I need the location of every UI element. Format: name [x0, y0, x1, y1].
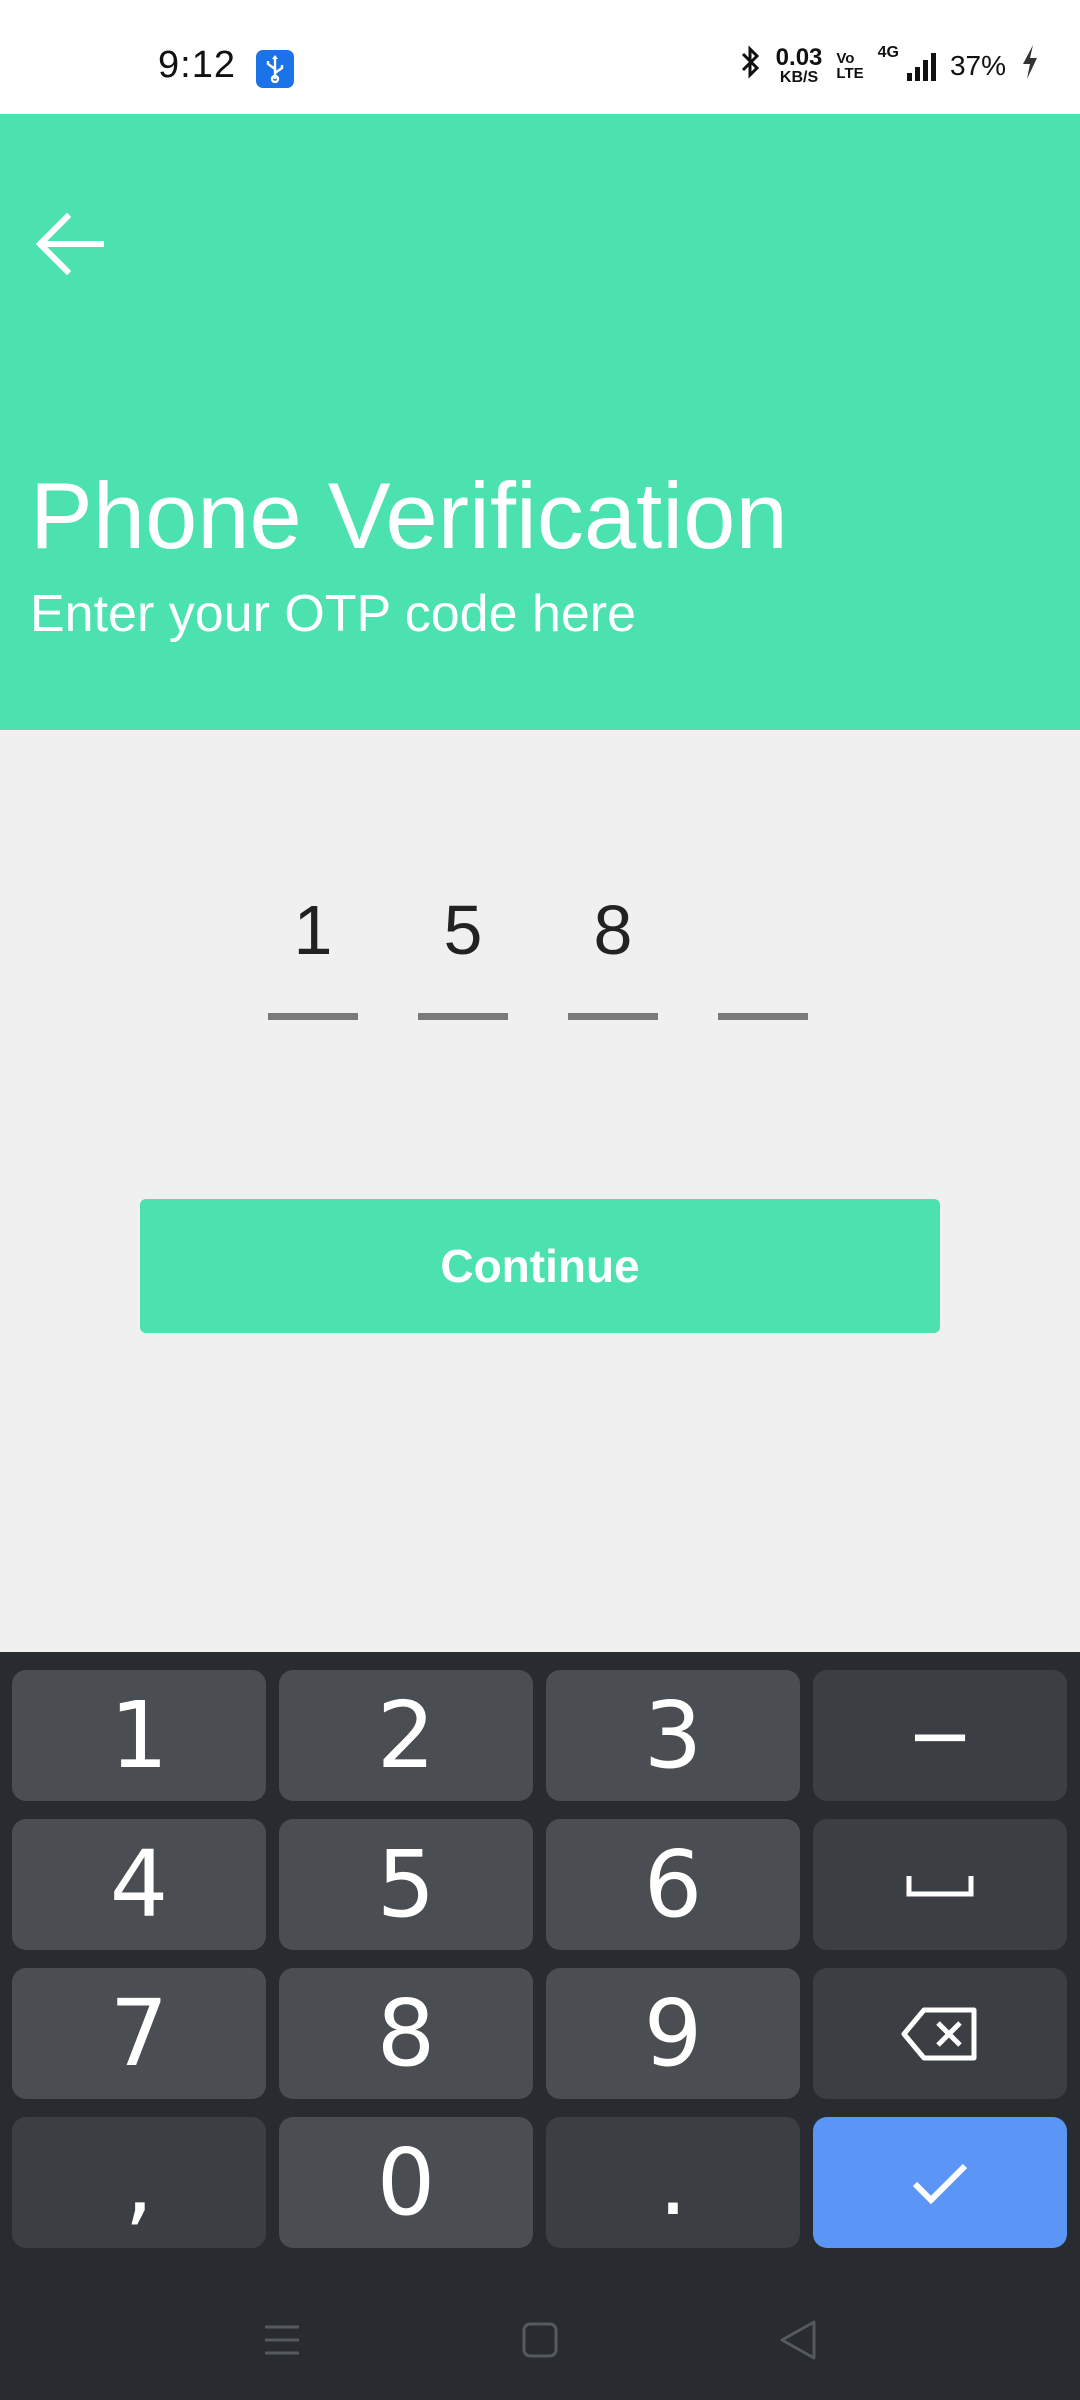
key-8[interactable]: 8 — [279, 1968, 533, 2099]
volte-top: Vo — [836, 50, 855, 67]
home-button[interactable] — [510, 2310, 570, 2370]
volte-badge: Vo LTE — [836, 51, 863, 81]
status-icons: 0.03 KB/S Vo LTE 4G 37% — [738, 44, 1040, 88]
otp-underline — [268, 1013, 358, 1020]
key-5[interactable]: 5 — [279, 1819, 533, 1950]
key-2[interactable]: 2 — [279, 1670, 533, 1801]
usb-icon — [256, 50, 294, 88]
otp-digit-box[interactable]: 5 — [418, 890, 508, 1020]
otp-underline — [568, 1013, 658, 1020]
continue-button[interactable]: Continue — [140, 1199, 940, 1333]
otp-input[interactable]: 1 5 8 — [268, 890, 808, 1020]
check-icon — [912, 2163, 968, 2204]
volte-bottom: LTE — [836, 65, 864, 82]
key-0[interactable]: 0 — [279, 2117, 533, 2248]
otp-digit: 1 — [293, 891, 333, 969]
key-backspace[interactable] — [813, 1968, 1067, 2099]
key-9[interactable]: 9 — [546, 1968, 800, 2099]
bluetooth-icon — [738, 45, 762, 87]
key-space[interactable] — [813, 1819, 1067, 1950]
otp-underline — [418, 1013, 508, 1020]
otp-digit-box[interactable]: 1 — [268, 890, 358, 1020]
network-type: 4G — [877, 44, 899, 61]
otp-digit: 5 — [443, 891, 483, 969]
menu-icon — [265, 2325, 299, 2355]
page-title: Phone Verification — [30, 463, 788, 568]
back-button[interactable] — [30, 204, 110, 284]
home-icon — [522, 2322, 558, 2358]
key-1[interactable]: 1 — [12, 1670, 266, 1801]
network-speed-value: 0.03 — [775, 44, 823, 71]
nav-back-button[interactable] — [768, 2310, 828, 2370]
backspace-icon — [901, 2007, 977, 2060]
key-6[interactable]: 6 — [546, 1819, 800, 1950]
header: Phone Verification Enter your OTP code h… — [0, 114, 1080, 730]
charging-icon — [1020, 44, 1040, 88]
key-4[interactable]: 4 — [12, 1819, 266, 1950]
otp-underline — [718, 1013, 808, 1020]
back-icon — [780, 2320, 816, 2360]
page-subtitle: Enter your OTP code here — [30, 585, 637, 643]
signal-icon — [906, 51, 936, 81]
numeric-keyboard: 1 2 3 − 4 5 6 7 8 9 , 0 . — [0, 1652, 1080, 2280]
otp-digit: 8 — [593, 891, 633, 969]
otp-digit-box[interactable]: 8 — [568, 890, 658, 1020]
key-7[interactable]: 7 — [12, 1968, 266, 2099]
status-bar: 9:12 0.03 KB/S Vo LTE 4G 37% — [0, 0, 1080, 114]
arrow-left-icon — [35, 212, 104, 276]
key-enter[interactable] — [813, 2117, 1067, 2248]
space-icon — [906, 1875, 974, 1896]
recent-apps-button[interactable] — [252, 2310, 312, 2370]
status-time: 9:12 — [158, 44, 236, 86]
network-speed-unit: KB/S — [779, 69, 819, 86]
key-3[interactable]: 3 — [546, 1670, 800, 1801]
key-comma[interactable]: , — [12, 2117, 266, 2248]
battery-percent: 37% — [949, 50, 1006, 81]
key-period[interactable]: . — [546, 2117, 800, 2248]
network-speed: 0.03 KB/S — [776, 46, 823, 86]
system-nav-bar — [0, 2280, 1080, 2400]
key-minus[interactable]: − — [813, 1670, 1067, 1801]
otp-digit-box[interactable] — [718, 890, 808, 1020]
